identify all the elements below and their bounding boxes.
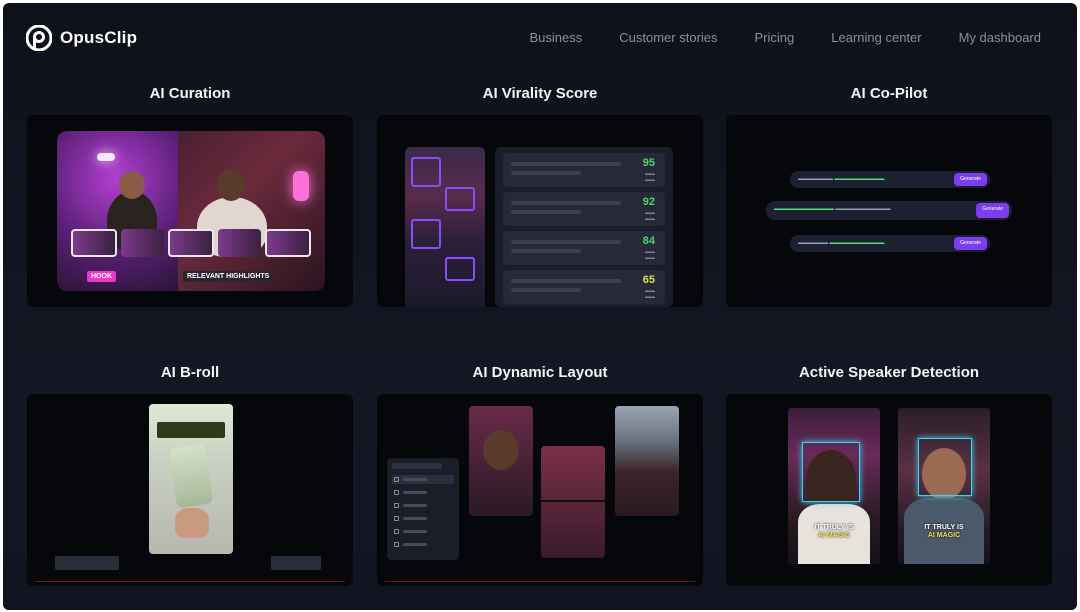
virality-score: 92 <box>642 196 655 208</box>
speaker-video-left: IT TRULY IS AI MAGIC <box>788 408 880 564</box>
layout-video-single <box>469 406 533 516</box>
face-detection-box <box>918 438 972 496</box>
feature-title: AI Curation <box>149 85 231 102</box>
hook-tag: HOOK <box>87 271 116 282</box>
editor-timeline[interactable] <box>27 550 353 586</box>
top-nav: OpusClip Business Customer stories Prici… <box>3 3 1077 73</box>
prompt-pill: ▬▬▬▬▬▬▬▬▬▬▬▬ ▬▬▬▬▬▬▬▬▬▬▬ Generate <box>766 201 1012 220</box>
score-row: 65 ▬▬ ▬▬ <box>503 270 665 304</box>
layout-options-menu <box>387 458 459 560</box>
score-row: 92 ▬▬ ▬▬ <box>503 192 665 226</box>
nav-link-business[interactable]: Business <box>530 30 583 45</box>
caption-text: IT TRULY IS AI MAGIC <box>814 524 854 539</box>
feature-card-ai-virality-score[interactable]: AI Virality Score 95 ▬▬ ▬▬ 92 ▬▬ ▬▬ 84 ▬… <box>377 85 703 307</box>
brand-name: OpusClip <box>60 28 138 47</box>
score-panel: 95 ▬▬ ▬▬ 92 ▬▬ ▬▬ 84 ▬▬ ▬▬ 65 ▬▬ ▬▬ <box>495 147 673 307</box>
generate-button[interactable]: Generate <box>954 173 987 186</box>
virality-score: 95 <box>642 157 655 169</box>
layout-option[interactable] <box>392 514 454 523</box>
editor-timeline[interactable] <box>377 550 703 586</box>
generate-button[interactable]: Generate <box>976 203 1009 218</box>
feature-preview-virality: 95 ▬▬ ▬▬ 92 ▬▬ ▬▬ 84 ▬▬ ▬▬ 65 ▬▬ ▬▬ <box>377 115 703 307</box>
generate-button[interactable]: Generate <box>954 237 987 250</box>
virality-score: 84 <box>642 235 655 247</box>
feature-title: AI Co-Pilot <box>850 85 928 102</box>
prompt-pill: ▬▬▬▬▬▬ ▬▬▬▬▬▬▬▬▬▬▬ Generate <box>790 235 990 252</box>
nav-link-customer-stories[interactable]: Customer stories <box>619 30 717 45</box>
bottom-edge <box>3 598 1077 610</box>
nav-links: Business Customer stories Pricing Learni… <box>530 30 1041 45</box>
nav-link-my-dashboard[interactable]: My dashboard <box>959 30 1041 45</box>
layout-option[interactable] <box>392 488 454 497</box>
feature-card-ai-dynamic-layout[interactable]: AI Dynamic Layout <box>377 364 703 586</box>
opusclip-logo-icon <box>26 25 52 51</box>
nav-link-pricing[interactable]: Pricing <box>755 30 795 45</box>
feature-title: Active Speaker Detection <box>798 364 980 381</box>
highlights-tag: RELEVANT HIGHLIGHTS <box>183 271 274 282</box>
speaker-video-right: IT TRULY IS AI MAGIC <box>898 408 990 564</box>
feature-preview-b-roll <box>27 394 353 586</box>
virality-score: 65 <box>642 274 655 286</box>
feature-card-ai-b-roll[interactable]: AI B-roll <box>27 364 353 586</box>
layout-video-screen <box>615 406 679 516</box>
face-detection-box <box>802 442 860 502</box>
feature-preview-dynamic-layout <box>377 394 703 586</box>
page-frame: OpusClip Business Customer stories Prici… <box>3 3 1077 610</box>
b-roll-video <box>149 404 233 554</box>
feature-title: AI B-roll <box>160 364 220 381</box>
feature-card-ai-curation[interactable]: AI Curation HOOK RELEVANT HIGHLIGHTS <box>27 85 353 307</box>
score-row: 84 ▬▬ ▬▬ <box>503 231 665 265</box>
layout-option[interactable] <box>392 501 454 510</box>
layout-option[interactable] <box>392 475 454 484</box>
feature-card-ai-co-pilot[interactable]: AI Co-Pilot ▬▬▬▬▬▬▬ ▬▬▬▬▬▬▬▬▬▬ Generate … <box>726 85 1052 307</box>
feature-card-active-speaker-detection[interactable]: Active Speaker Detection IT TRULY IS AI M… <box>726 364 1052 586</box>
feature-title: AI Virality Score <box>482 85 598 102</box>
brand-logo[interactable]: OpusClip <box>26 25 137 51</box>
prompt-pill: ▬▬▬▬▬▬▬ ▬▬▬▬▬▬▬▬▬▬ Generate <box>790 171 990 188</box>
layout-option[interactable] <box>392 527 454 536</box>
layout-option[interactable] <box>392 540 454 549</box>
caption-text: IT TRULY IS AI MAGIC <box>924 524 964 539</box>
feature-preview-speaker-detection: IT TRULY IS AI MAGIC IT TRULY IS AI MAGIC <box>726 394 1052 586</box>
score-row: 95 ▬▬ ▬▬ <box>503 153 665 187</box>
layout-video-split <box>541 446 605 558</box>
feature-title: AI Dynamic Layout <box>472 364 608 381</box>
clip-thumbnail-strip <box>71 229 312 257</box>
clip-video-column <box>405 147 485 307</box>
feature-preview-copilot: ▬▬▬▬▬▬▬ ▬▬▬▬▬▬▬▬▬▬ Generate ▬▬▬▬▬▬▬▬▬▬▬▬… <box>726 115 1052 307</box>
podcast-video-frame: HOOK RELEVANT HIGHLIGHTS <box>57 131 325 291</box>
nav-link-learning-center[interactable]: Learning center <box>831 30 921 45</box>
feature-preview-curation: HOOK RELEVANT HIGHLIGHTS <box>27 115 353 307</box>
